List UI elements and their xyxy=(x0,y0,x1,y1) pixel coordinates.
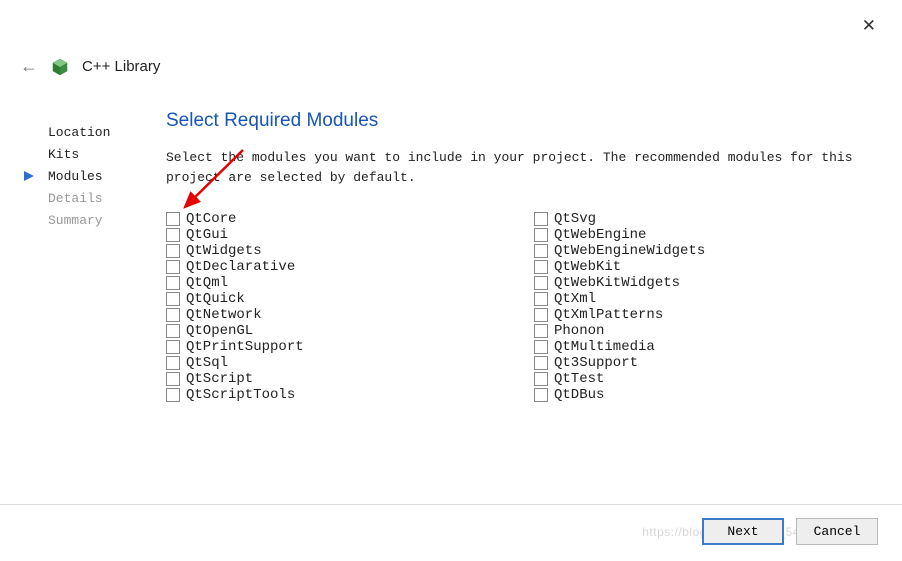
header: ← C++ Library xyxy=(20,56,160,77)
module-qtprintsupport[interactable]: QtPrintSupport xyxy=(166,339,514,355)
module-qtwebkitwidgets[interactable]: QtWebKitWidgets xyxy=(534,275,882,291)
checkbox[interactable] xyxy=(166,340,180,354)
module-qttest[interactable]: QtTest xyxy=(534,371,882,387)
checkbox[interactable] xyxy=(534,388,548,402)
page-title: C++ Library xyxy=(82,58,160,75)
checkbox[interactable] xyxy=(534,244,548,258)
checkbox[interactable] xyxy=(166,276,180,290)
module-qtmultimedia[interactable]: QtMultimedia xyxy=(534,339,882,355)
checkbox[interactable] xyxy=(534,356,548,370)
content-title: Select Required Modules xyxy=(166,110,882,132)
module-qtxml[interactable]: QtXml xyxy=(534,291,882,307)
footer: Next Cancel xyxy=(702,518,878,545)
sidebar-item-modules[interactable]: Modules xyxy=(48,166,148,188)
checkbox[interactable] xyxy=(166,244,180,258)
sidebar: Location Kits Modules Details Summary xyxy=(48,122,148,232)
module-qtdbus[interactable]: QtDBus xyxy=(534,387,882,403)
content-area: Select Required Modules Select the modul… xyxy=(166,110,882,403)
cancel-button[interactable]: Cancel xyxy=(796,518,878,545)
modules-col2: QtSvg QtWebEngine QtWebEngineWidgets QtW… xyxy=(534,211,882,403)
modules-col1: QtCore QtGui QtWidgets QtDeclarative QtQ… xyxy=(166,211,514,403)
checkbox[interactable] xyxy=(534,292,548,306)
module-qtxmlpatterns[interactable]: QtXmlPatterns xyxy=(534,307,882,323)
modules-grid: QtCore QtGui QtWidgets QtDeclarative QtQ… xyxy=(166,211,882,403)
module-qtqml[interactable]: QtQml xyxy=(166,275,514,291)
module-qtwebkit[interactable]: QtWebKit xyxy=(534,259,882,275)
module-qtopengl[interactable]: QtOpenGL xyxy=(166,323,514,339)
sidebar-item-location[interactable]: Location xyxy=(48,122,148,144)
sidebar-item-summary: Summary xyxy=(48,210,148,232)
checkbox[interactable] xyxy=(534,308,548,322)
module-qtnetwork[interactable]: QtNetwork xyxy=(166,307,514,323)
checkbox[interactable] xyxy=(534,276,548,290)
module-qtscripttools[interactable]: QtScriptTools xyxy=(166,387,514,403)
next-button[interactable]: Next xyxy=(702,518,784,545)
qt-logo-icon xyxy=(50,57,70,77)
close-icon[interactable]: ✕ xyxy=(858,12,880,40)
checkbox[interactable] xyxy=(534,372,548,386)
checkbox[interactable] xyxy=(534,340,548,354)
checkbox[interactable] xyxy=(534,228,548,242)
module-qtscript[interactable]: QtScript xyxy=(166,371,514,387)
checkbox[interactable] xyxy=(166,372,180,386)
checkbox[interactable] xyxy=(166,228,180,242)
checkbox[interactable] xyxy=(166,212,180,226)
module-qtsvg[interactable]: QtSvg xyxy=(534,211,882,227)
checkbox[interactable] xyxy=(166,308,180,322)
checkbox[interactable] xyxy=(166,356,180,370)
content-description: Select the modules you want to include i… xyxy=(166,148,882,187)
module-qtdeclarative[interactable]: QtDeclarative xyxy=(166,259,514,275)
checkbox[interactable] xyxy=(166,292,180,306)
module-phonon[interactable]: Phonon xyxy=(534,323,882,339)
checkbox[interactable] xyxy=(534,212,548,226)
back-arrow-icon[interactable]: ← xyxy=(20,56,38,77)
module-qtwidgets[interactable]: QtWidgets xyxy=(166,243,514,259)
sidebar-item-kits[interactable]: Kits xyxy=(48,144,148,166)
module-qtquick[interactable]: QtQuick xyxy=(166,291,514,307)
checkbox[interactable] xyxy=(166,260,180,274)
checkbox[interactable] xyxy=(166,388,180,402)
checkbox[interactable] xyxy=(534,260,548,274)
module-qtgui[interactable]: QtGui xyxy=(166,227,514,243)
module-qtsql[interactable]: QtSql xyxy=(166,355,514,371)
module-qt3support[interactable]: Qt3Support xyxy=(534,355,882,371)
sidebar-item-details: Details xyxy=(48,188,148,210)
module-qtcore[interactable]: QtCore xyxy=(166,211,514,227)
checkbox[interactable] xyxy=(166,324,180,338)
module-qtwebenginewidgets[interactable]: QtWebEngineWidgets xyxy=(534,243,882,259)
checkbox[interactable] xyxy=(534,324,548,338)
module-qtwebengine[interactable]: QtWebEngine xyxy=(534,227,882,243)
